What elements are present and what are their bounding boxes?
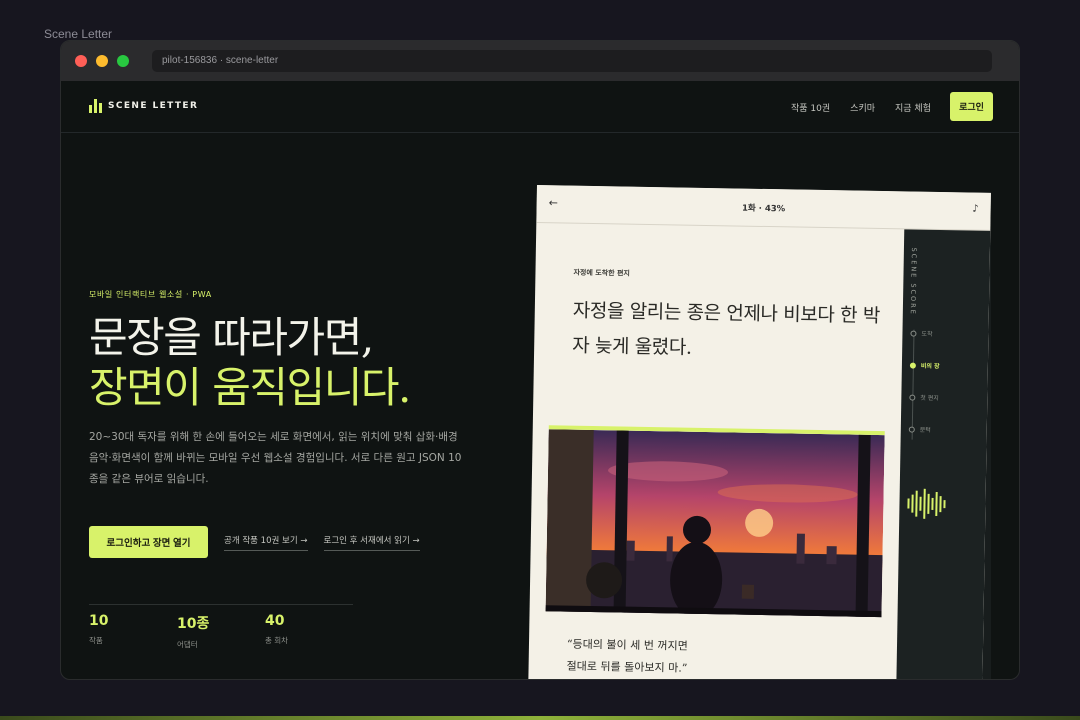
cta-row: 로그인하고 장면 열기 공개 작품 10권 보기 → 로그인 후 서재에서 읽기… xyxy=(89,526,420,558)
stats-divider xyxy=(89,604,353,605)
hero-eyebrow: 모바일 인터랙티브 웹소설 · PWA xyxy=(89,290,212,299)
equalizer-icon xyxy=(89,99,102,113)
stat-number: 10 xyxy=(89,613,109,629)
public-works-link[interactable]: 공개 작품 10권 보기 → xyxy=(224,534,308,551)
site-navbar: SCENE LETTER 작품 10권 스키마 지금 체험 로그인 xyxy=(61,81,1019,133)
story-passage: 자정을 알리는 종은 언제나 비보다 한 박자 늦게 울렸다. xyxy=(572,299,881,359)
address-bar[interactable]: pilot-156836 · scene-letter xyxy=(152,50,992,72)
timeline-item[interactable]: 도착 xyxy=(910,329,933,338)
timeline-label: 문턱 xyxy=(919,426,931,434)
browser-titlebar: pilot-156836 · scene-letter xyxy=(61,41,1019,81)
hero-headline: 문장을 따라가면, 장면이 움직입니다. xyxy=(89,313,489,413)
hero-description: 20~30대 독자를 위해 한 손에 들어오는 세로 화면에서, 읽는 위치에 … xyxy=(89,431,462,485)
hero-section: 모바일 인터랙티브 웹소설 · PWA 문장을 따라가면, 장면이 움직입니다.… xyxy=(89,289,489,490)
stat-label: 어댑터 xyxy=(177,640,198,649)
headline-line-2: 장면이 움직입니다. xyxy=(89,363,411,412)
chapter-title: 자정에 도착한 편지 xyxy=(573,268,630,278)
timeline-label: 첫 편지 xyxy=(920,394,939,403)
stat-number: 40 xyxy=(265,613,285,629)
nav-link-works[interactable]: 작품 10권 xyxy=(791,101,830,114)
page-label: Scene Letter xyxy=(44,27,113,41)
brand-logo[interactable]: SCENE LETTER xyxy=(89,99,198,113)
music-note-icon[interactable]: ♪ xyxy=(972,204,979,215)
reader-content: 자정에 도착한 편지 자정을 알리는 종은 언제나 비보다 한 박자 늦게 울렸… xyxy=(528,223,904,679)
stat-label: 작품 xyxy=(89,636,103,645)
nav-link-schema[interactable]: 스키마 xyxy=(850,101,875,114)
phone-reader-mockup: ← 1화 · 43% ♪ 자정에 도착한 편지 자정을 알리는 종은 언제나 비… xyxy=(527,185,991,679)
timeline-item[interactable]: 첫 편지 xyxy=(909,393,939,403)
timeline-label: 비의 장 xyxy=(920,362,940,371)
timeline-dot xyxy=(910,330,917,337)
close-window-button[interactable] xyxy=(75,55,87,67)
timeline-dot xyxy=(909,362,916,369)
nav-link-try-now[interactable]: 지금 체험 xyxy=(895,101,931,114)
brand-name: SCENE LETTER xyxy=(108,101,199,111)
maximize-window-button[interactable] xyxy=(117,55,129,67)
login-button[interactable]: 로그인 xyxy=(950,92,993,121)
scene-score-panel: SCENE SCORE 도착 비의 장 첫 편지 문턱 xyxy=(895,229,991,679)
timeline-dot xyxy=(909,394,916,401)
nav-links: 작품 10권 스키마 지금 체험 xyxy=(791,101,931,114)
stat-label: 총 회차 xyxy=(265,636,289,645)
minimize-window-button[interactable] xyxy=(96,55,108,67)
timeline-line xyxy=(911,329,915,440)
login-open-scene-button[interactable]: 로그인하고 장면 열기 xyxy=(89,526,208,558)
stat-episodes: 40 총 회차 xyxy=(265,613,288,646)
timeline-label: 도착 xyxy=(921,330,933,338)
stat-number: 10종 xyxy=(177,616,210,632)
quote-line-1: “등대의 불이 세 번 꺼지면 xyxy=(566,637,688,653)
headline-line-1: 문장을 따라가면, xyxy=(89,313,374,362)
timeline-item-active[interactable]: 비의 장 xyxy=(909,361,940,371)
story-quote: “등대의 불이 세 번 꺼지면 절대로 뒤를 돌아보지 마.” xyxy=(566,634,688,679)
timeline-dot xyxy=(908,426,915,433)
reading-progress: 1화 · 43% xyxy=(741,203,786,215)
timeline-item[interactable]: 문턱 xyxy=(908,425,931,434)
bottom-accent-bar xyxy=(0,716,1080,720)
stat-works: 10 작품 xyxy=(89,613,108,646)
browser-window: pilot-156836 · scene-letter SCENE LETTER… xyxy=(60,40,1020,680)
audio-waveform-icon xyxy=(907,488,946,521)
library-read-link[interactable]: 로그인 후 서재에서 읽기 → xyxy=(323,534,420,551)
scene-illustration xyxy=(545,425,885,618)
scene-score-title: SCENE SCORE xyxy=(908,247,918,316)
quote-line-2: 절대로 뒤를 돌아보지 마.” xyxy=(566,659,688,675)
stat-adapters: 10종 어댑터 xyxy=(177,613,209,650)
